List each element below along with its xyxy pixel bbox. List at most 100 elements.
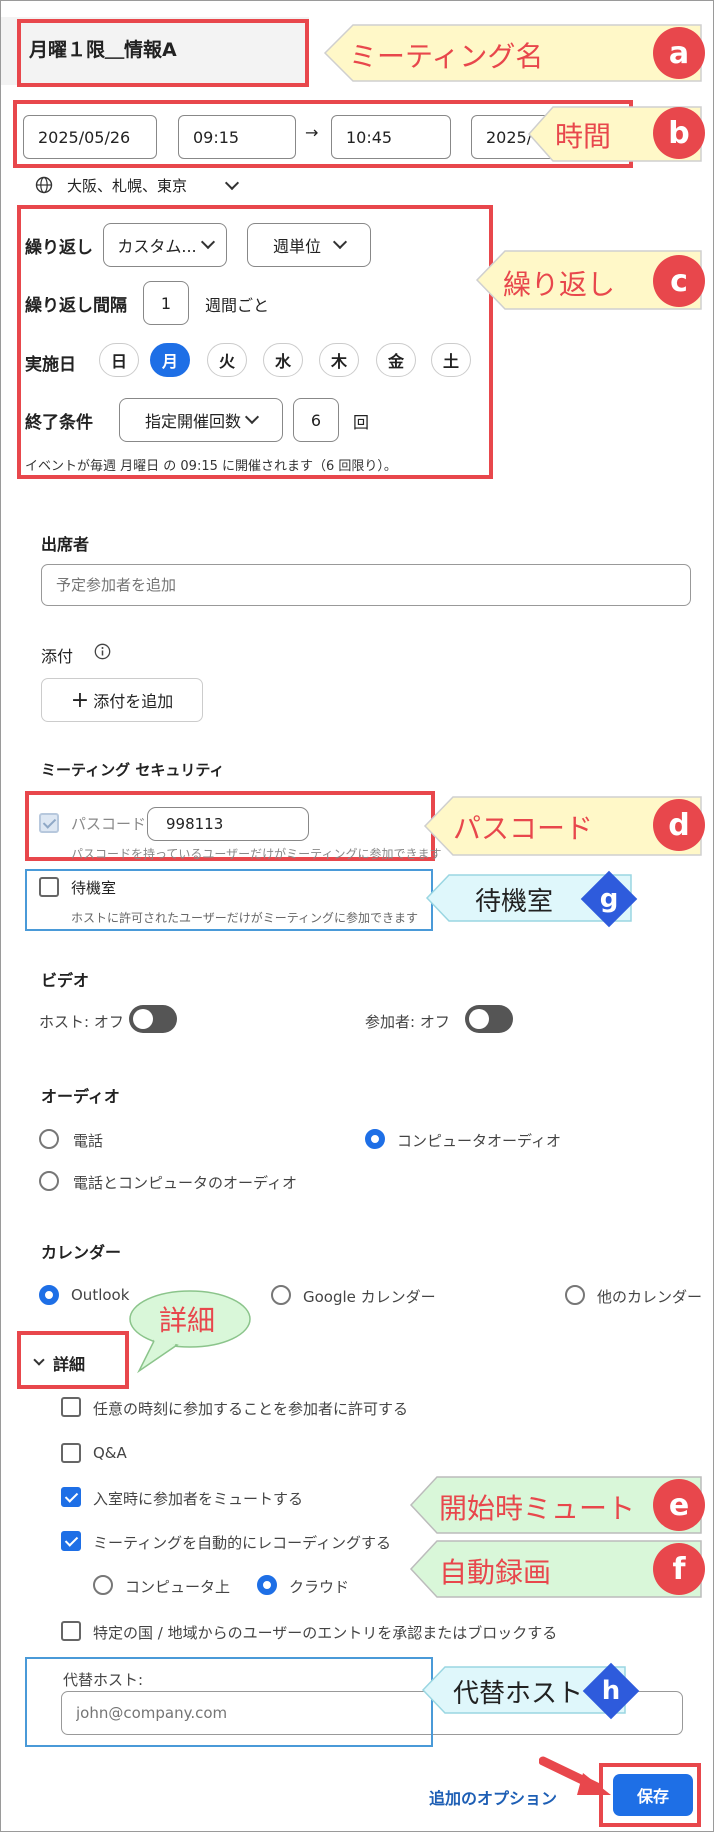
callout-e-text: 開始時ミュート bbox=[439, 1492, 636, 1525]
recurrence-label: 繰り返し bbox=[25, 238, 93, 258]
interval-label: 繰り返し間隔 bbox=[25, 296, 127, 316]
auto-record-checkbox[interactable] bbox=[61, 1531, 81, 1551]
chevron-down-icon bbox=[33, 1354, 45, 1366]
video-host-text: ホスト: bbox=[39, 1013, 90, 1031]
calendar-other-label: 他のカレンダー bbox=[597, 1288, 703, 1306]
details-label: 詳細 bbox=[53, 1355, 86, 1374]
details-toggle[interactable]: 詳細 bbox=[33, 1351, 86, 1375]
end-condition-value: 指定開催回数 bbox=[144, 412, 241, 431]
qa-label: Q&A bbox=[93, 1444, 127, 1462]
recurrence-type-select[interactable]: カスタム... bbox=[103, 223, 227, 267]
passcode-label: パスコード bbox=[71, 815, 147, 833]
callout-c-text: 繰り返し bbox=[503, 268, 616, 301]
badge-b: b bbox=[653, 107, 705, 159]
badge-g-letter: g bbox=[599, 884, 619, 914]
video-host-toggle[interactable] bbox=[129, 1005, 177, 1033]
save-button[interactable]: 保存 bbox=[613, 1774, 693, 1816]
info-icon bbox=[94, 643, 111, 660]
day-fri[interactable]: 金 bbox=[376, 343, 416, 377]
day-wed[interactable]: 水 bbox=[263, 343, 303, 377]
chevron-down-icon bbox=[224, 175, 240, 190]
video-participant-toggle[interactable] bbox=[465, 1005, 513, 1033]
callout-h-text: 代替ホスト bbox=[453, 1679, 584, 1709]
attachments-label: 添付 bbox=[41, 647, 74, 666]
badge-e: e bbox=[653, 1479, 705, 1531]
plus-icon: + bbox=[70, 687, 90, 713]
recurrence-summary: イベントが毎週 月曜日 の 09:15 に開催されます（6 回限り）。 bbox=[25, 459, 397, 474]
calendar-label: カレンダー bbox=[41, 1243, 122, 1262]
mute-on-entry-label: 入室時に参加者をミュートする bbox=[93, 1490, 304, 1508]
end-count-unit: 回 bbox=[353, 413, 370, 432]
audio-phone-label: 電話 bbox=[73, 1132, 104, 1150]
allow-join-anytime-checkbox[interactable] bbox=[61, 1397, 81, 1417]
day-thu[interactable]: 木 bbox=[319, 343, 359, 377]
passcode-input[interactable]: 998113 bbox=[147, 807, 309, 841]
qa-checkbox[interactable] bbox=[61, 1443, 81, 1463]
add-attachment-label: 添付を追加 bbox=[93, 692, 174, 711]
chevron-down-icon bbox=[244, 409, 260, 425]
badge-h: h bbox=[582, 1662, 640, 1720]
calendar-google-radio[interactable] bbox=[271, 1285, 291, 1305]
audio-computer-radio[interactable] bbox=[365, 1129, 385, 1149]
waiting-room-hint: ホストに許可されたユーザーだけがミーティングに参加できます bbox=[71, 911, 419, 925]
calendar-other-radio[interactable] bbox=[565, 1285, 585, 1305]
audio-both-label: 電話とコンピュータのオーディオ bbox=[73, 1174, 297, 1192]
record-cloud-label: クラウド bbox=[289, 1578, 350, 1596]
meeting-editor: 月曜１限＿情報A 2025/05/26 09:15 → 10:45 2025/ … bbox=[0, 0, 714, 1832]
interval-input[interactable]: 1 bbox=[143, 281, 189, 325]
badge-a: a bbox=[653, 27, 705, 79]
calendar-outlook-label: Outlook bbox=[71, 1286, 130, 1304]
end-condition-select[interactable]: 指定開催回数 bbox=[119, 398, 283, 442]
region-block-label: 特定の国 / 地域からのユーザーのエントリを承認またはブロックする bbox=[93, 1624, 558, 1642]
allow-join-anytime-label: 任意の時刻に参加することを参加者に許可する bbox=[93, 1400, 409, 1418]
audio-label: オーディオ bbox=[41, 1087, 120, 1106]
waiting-room-label: 待機室 bbox=[71, 879, 117, 897]
recurrence-unit-value: 週単位 bbox=[272, 237, 321, 256]
waiting-room-checkbox[interactable] bbox=[39, 877, 59, 897]
security-label: ミーティング セキュリティ bbox=[41, 761, 225, 779]
auto-record-label: ミーティングを自動的にレコーディングする bbox=[93, 1534, 392, 1552]
callout-b-text: 時間 bbox=[555, 120, 612, 153]
recurrence-unit-select[interactable]: 週単位 bbox=[247, 223, 371, 267]
day-sat[interactable]: 土 bbox=[431, 343, 471, 377]
globe-icon bbox=[35, 176, 53, 194]
video-host-label: ホスト: オフ bbox=[39, 1011, 124, 1032]
details-bubble-text: 詳細 bbox=[159, 1304, 216, 1337]
callout-f-text: 自動録画 bbox=[439, 1556, 552, 1589]
passcode-checkbox[interactable] bbox=[39, 813, 59, 833]
record-cloud-radio[interactable] bbox=[257, 1575, 277, 1595]
badge-c: c bbox=[653, 255, 705, 307]
add-attachment-button[interactable]: + 添付を追加 bbox=[41, 678, 203, 722]
day-sun[interactable]: 日 bbox=[99, 343, 139, 377]
video-label: ビデオ bbox=[41, 971, 90, 990]
day-tue[interactable]: 火 bbox=[207, 343, 247, 377]
chevron-down-icon bbox=[200, 234, 215, 250]
timezone-select[interactable]: 大阪、札幌、東京 bbox=[67, 175, 240, 196]
callout-g-text: 待機室 bbox=[475, 887, 554, 917]
mute-on-entry-checkbox[interactable] bbox=[61, 1487, 81, 1507]
day-mon[interactable]: 月 bbox=[150, 343, 190, 377]
calendar-outlook-radio[interactable] bbox=[39, 1285, 59, 1305]
attendees-input[interactable] bbox=[41, 564, 691, 606]
end-count-input[interactable]: 6 bbox=[293, 398, 339, 442]
badge-d: d bbox=[653, 799, 705, 851]
timezone-value: 大阪、札幌、東京 bbox=[67, 177, 188, 195]
more-options-link[interactable]: 追加のオプション bbox=[429, 1785, 557, 1809]
callout-a-text: ミーティング名 bbox=[349, 40, 544, 73]
day-picker: 日 月 火 水 木 金 土 bbox=[99, 343, 479, 379]
region-block-checkbox[interactable] bbox=[61, 1621, 81, 1641]
callout-d-text: パスコード bbox=[453, 812, 594, 845]
video-participant-label: 参加者: オフ bbox=[365, 1011, 450, 1032]
recurrence-type-value: カスタム... bbox=[117, 237, 197, 256]
record-local-radio[interactable] bbox=[93, 1575, 113, 1595]
audio-phone-radio[interactable] bbox=[39, 1129, 59, 1149]
audio-both-radio[interactable] bbox=[39, 1171, 59, 1191]
video-host-state: オフ bbox=[93, 1013, 124, 1031]
badge-g: g bbox=[580, 870, 638, 928]
interval-unit: 週間ごと bbox=[205, 296, 270, 315]
attendees-label: 出席者 bbox=[41, 535, 90, 554]
calendar-google-label: Google カレンダー bbox=[303, 1288, 436, 1306]
pointer-arrow-icon bbox=[539, 1756, 611, 1795]
chevron-down-icon bbox=[332, 234, 348, 250]
annotation-box-h bbox=[25, 1657, 433, 1747]
